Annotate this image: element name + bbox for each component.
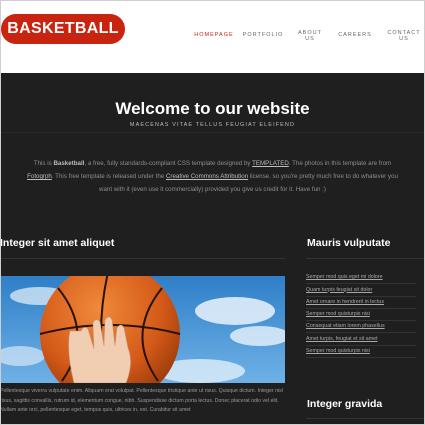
main-heading: Integer sit amet aliquet xyxy=(0,237,115,249)
main-paragraph: Pellentesque viverra vulputate enim. Ali… xyxy=(0,388,283,413)
fotogrph-link[interactable]: Fotogrph xyxy=(27,173,52,180)
nav-homepage[interactable]: HOMEPAGE xyxy=(190,32,238,38)
nav-careers-label: CAREERS xyxy=(338,32,372,38)
intro-brand: Basketball xyxy=(53,160,85,167)
sidebar-link[interactable]: Quam turpis feugiat sit dolor xyxy=(306,284,416,297)
intro-text-4: . This free template is released under t… xyxy=(51,173,166,180)
intro-text-2: , a free, fully standards-compliant CSS … xyxy=(84,160,253,167)
creative-commons-link[interactable]: Creative Commons Attribution xyxy=(166,173,248,180)
welcome-title: Welcome to our website xyxy=(115,99,310,118)
nav-portfolio[interactable]: PORTFOLIO xyxy=(241,32,285,38)
sidebar-link[interactable]: Amet ornare in hendrerit in lectus xyxy=(306,297,416,309)
nav-about-label-2: US xyxy=(305,36,315,42)
nav-careers[interactable]: CAREERS xyxy=(335,32,375,38)
intro-text-1: This is xyxy=(33,160,54,167)
sidebar-heading-1: Mauris vulputate xyxy=(307,237,391,249)
basketball-image xyxy=(0,276,285,383)
welcome-divider xyxy=(0,132,425,133)
intro-paragraph: This is Basketball, a free, fully standa… xyxy=(20,157,405,196)
main-nav: HOMEPAGE PORTFOLIO ABOUT US CAREERS CONT… xyxy=(0,30,425,44)
sidebar-link-list: Semper mod quis eget mi dolore Quam turp… xyxy=(306,272,416,359)
nav-contact-label-2: US xyxy=(399,36,409,42)
main-heading-divider xyxy=(0,258,285,259)
sidebar-link[interactable]: Semper mod quisturpis nisi xyxy=(306,309,416,322)
nav-portfolio-label: PORTFOLIO xyxy=(242,32,284,38)
templated-link[interactable]: TEMPLATED xyxy=(252,160,289,167)
site-header: BASKETBALL HOMEPAGE PORTFOLIO ABOUT US C… xyxy=(0,0,425,73)
nav-about-us[interactable]: ABOUT US xyxy=(293,30,327,42)
nav-contact-us[interactable]: CONTACT US xyxy=(384,30,424,42)
sidebar-link[interactable]: Consequat etiam lorem phasellus xyxy=(306,321,416,334)
sidebar-link[interactable]: Semper mod quisturpis nisi xyxy=(306,346,416,359)
nav-homepage-label: HOMEPAGE xyxy=(194,32,234,38)
sidebar-heading-divider xyxy=(306,258,425,259)
welcome-subtitle: MAECENAS VITAE TELLUS FEUGIAT ELEIFEND xyxy=(129,122,296,128)
sidebar-link[interactable]: Amet turpis, feugiat et sit amet xyxy=(306,333,416,346)
sidebar-heading-2: Integer gravida xyxy=(307,398,383,410)
sidebar-heading-2-divider xyxy=(306,418,425,419)
basketball-photo xyxy=(0,276,285,383)
intro-text-3: . The photos in this template are from xyxy=(288,160,392,167)
sidebar-link[interactable]: Semper mod quis eget mi dolore xyxy=(306,272,416,285)
